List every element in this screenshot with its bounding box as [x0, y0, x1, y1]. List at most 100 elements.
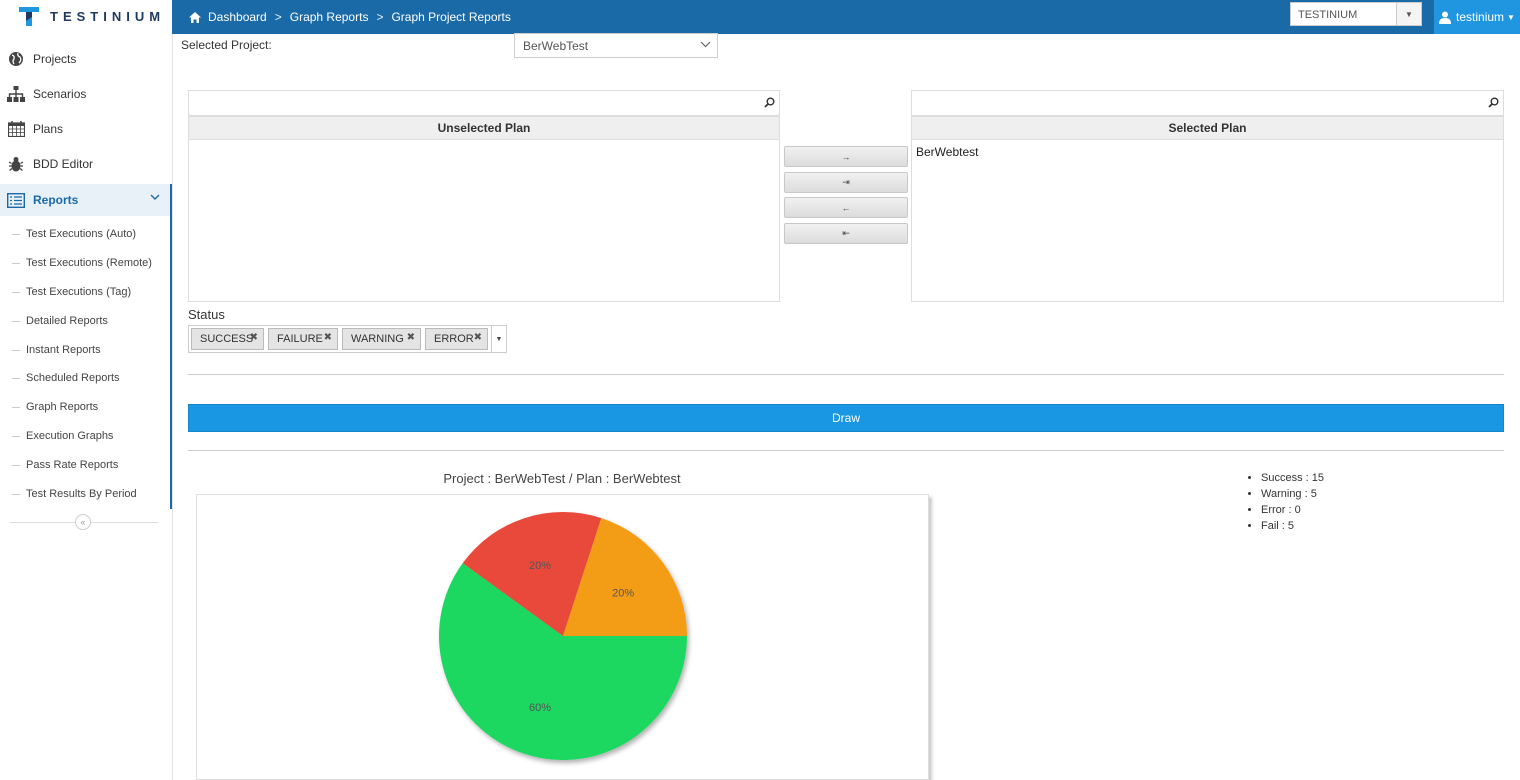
chevron-down-icon: [700, 41, 711, 48]
legend-item-fail: Fail : 5: [1261, 518, 1324, 534]
caret-down-icon[interactable]: ▼: [491, 326, 506, 352]
pie-label-success: 60%: [529, 702, 551, 714]
home-icon[interactable]: [188, 11, 202, 24]
submenu-tick: [12, 350, 20, 351]
status-chip-failure: FAILURE ✖: [268, 328, 338, 350]
user-name: testinium: [1456, 10, 1505, 24]
chip-label: FAILURE: [277, 333, 323, 345]
globe-icon: [7, 50, 25, 68]
chart-legend: Success : 15 Warning : 5 Error : 0 Fail …: [1250, 470, 1324, 534]
sidebar-subitem-test-results-by-period[interactable]: Test Results By Period: [26, 484, 171, 504]
submenu-tick: [12, 378, 20, 379]
submenu-tick: [12, 321, 20, 322]
logo-text: TESTINIUM: [50, 9, 166, 24]
remove-icon[interactable]: ✖: [250, 332, 258, 343]
remove-icon[interactable]: ✖: [474, 332, 482, 343]
sidebar: Projects Scenarios Plans BDD Editor Repo…: [0, 34, 173, 780]
legend-item-warning: Warning : 5: [1261, 486, 1324, 502]
project-select[interactable]: BerWebTest: [514, 33, 718, 58]
submenu-tick: [12, 436, 20, 437]
project-select-value: BerWebTest: [523, 39, 589, 53]
sidebar-subitem-detailed-reports[interactable]: Detailed Reports: [26, 311, 171, 331]
sitemap-icon: [7, 85, 25, 103]
list-item[interactable]: BerWebtest: [916, 145, 978, 159]
status-chip-error: ERROR ✖: [425, 328, 488, 350]
sidebar-item-label: Scenarios: [33, 87, 87, 101]
selected-plan-search[interactable]: [911, 90, 1504, 116]
sidebar-item-scenarios[interactable]: Scenarios: [0, 78, 172, 110]
caret-down-icon[interactable]: ▼: [1396, 3, 1421, 25]
status-chip-success: SUCCESS ✖: [191, 328, 264, 350]
sidebar-item-projects[interactable]: Projects: [0, 43, 172, 75]
chip-label: SUCCESS: [200, 333, 254, 345]
breadcrumb-separator: >: [274, 10, 282, 24]
pie-label-fail: 20%: [529, 560, 551, 572]
double-chevron-left-icon[interactable]: «: [75, 514, 91, 530]
submenu-tick: [12, 465, 20, 466]
draw-button[interactable]: Draw: [188, 404, 1504, 432]
chevron-down-icon[interactable]: [150, 193, 160, 201]
sidebar-subitem-test-executions-tag[interactable]: Test Executions (Tag): [26, 282, 171, 302]
unselected-plan-header: Unselected Plan: [188, 116, 780, 140]
sidebar-collapse: «: [0, 511, 172, 535]
breadcrumb: Dashboard > Graph Reports > Graph Projec…: [188, 0, 511, 34]
chip-label: ERROR: [434, 333, 474, 345]
search-icon: [1488, 97, 1499, 108]
unselected-plan-list[interactable]: [188, 140, 780, 302]
submenu-tick: [12, 292, 20, 293]
legend-item-success: Success : 15: [1261, 470, 1324, 486]
breadcrumb-graph-project-reports: Graph Project Reports: [391, 10, 511, 24]
unselected-plan-search[interactable]: [188, 90, 780, 116]
status-chip-warning: WARNING ✖: [342, 328, 421, 350]
submenu-tick: [12, 234, 20, 235]
top-bar: TESTINIUM Dashboard > Graph Reports > Gr…: [0, 0, 1520, 35]
sidebar-subitem-pass-rate-reports[interactable]: Pass Rate Reports: [26, 455, 171, 475]
calendar-icon: [7, 120, 25, 138]
breadcrumb-separator: >: [376, 10, 384, 24]
breadcrumb-graph-reports[interactable]: Graph Reports: [290, 10, 369, 24]
sidebar-item-bdd-editor[interactable]: BDD Editor: [0, 148, 172, 180]
move-left-button[interactable]: ←: [784, 197, 908, 218]
organization-select-value: TESTINIUM: [1298, 9, 1358, 21]
sidebar-subitem-test-executions-auto[interactable]: Test Executions (Auto): [26, 224, 171, 244]
list-alt-icon: [7, 191, 25, 209]
breadcrumb-dashboard[interactable]: Dashboard: [208, 10, 267, 24]
sidebar-subitem-scheduled-reports[interactable]: Scheduled Reports: [26, 368, 171, 388]
user-menu[interactable]: testinium ▼: [1434, 0, 1520, 34]
sidebar-item-reports[interactable]: Reports: [0, 184, 172, 216]
remove-icon[interactable]: ✖: [324, 332, 332, 343]
sidebar-subitem-graph-reports[interactable]: Graph Reports: [26, 397, 171, 417]
chart-frame: 60% 20% 20%: [196, 494, 929, 780]
logo[interactable]: TESTINIUM: [0, 0, 172, 35]
chart-title: Project : BerWebTest / Plan : BerWebtest: [443, 471, 681, 486]
pie-label-warning: 20%: [612, 587, 634, 599]
divider: [188, 450, 1504, 451]
remove-icon[interactable]: ✖: [407, 332, 415, 343]
sidebar-subitem-execution-graphs[interactable]: Execution Graphs: [26, 426, 171, 446]
selected-plan-header: Selected Plan: [911, 116, 1504, 140]
sidebar-item-plans[interactable]: Plans: [0, 113, 172, 145]
bug-icon: [7, 155, 25, 173]
status-label: Status: [188, 307, 225, 322]
submenu-tick: [12, 263, 20, 264]
submenu-tick: [12, 407, 20, 408]
move-right-button[interactable]: →: [784, 146, 908, 167]
selected-project-label: Selected Project:: [181, 38, 272, 52]
search-icon: [764, 97, 775, 108]
sidebar-item-label: BDD Editor: [33, 157, 94, 171]
status-multiselect[interactable]: SUCCESS ✖ FAILURE ✖ WARNING ✖ ERROR ✖ ▼: [188, 325, 507, 353]
organization-select[interactable]: TESTINIUM ▼: [1290, 2, 1422, 26]
submenu-tick: [12, 494, 20, 495]
sidebar-item-label: Plans: [33, 122, 64, 136]
selected-plan-list[interactable]: BerWebtest: [911, 140, 1504, 302]
testinium-logo-icon: [19, 7, 39, 26]
sidebar-subitem-instant-reports[interactable]: Instant Reports: [26, 340, 171, 360]
legend-item-error: Error : 0: [1261, 502, 1324, 518]
divider: [188, 374, 1504, 375]
caret-down-icon: ▼: [1507, 12, 1515, 22]
sidebar-subitem-test-executions-remote[interactable]: Test Executions (Remote): [26, 253, 171, 273]
chip-label: WARNING: [351, 333, 404, 345]
move-all-left-button[interactable]: ⇤: [784, 223, 908, 244]
sidebar-item-label: Projects: [33, 52, 77, 66]
move-all-right-button[interactable]: ⇥: [784, 172, 908, 193]
